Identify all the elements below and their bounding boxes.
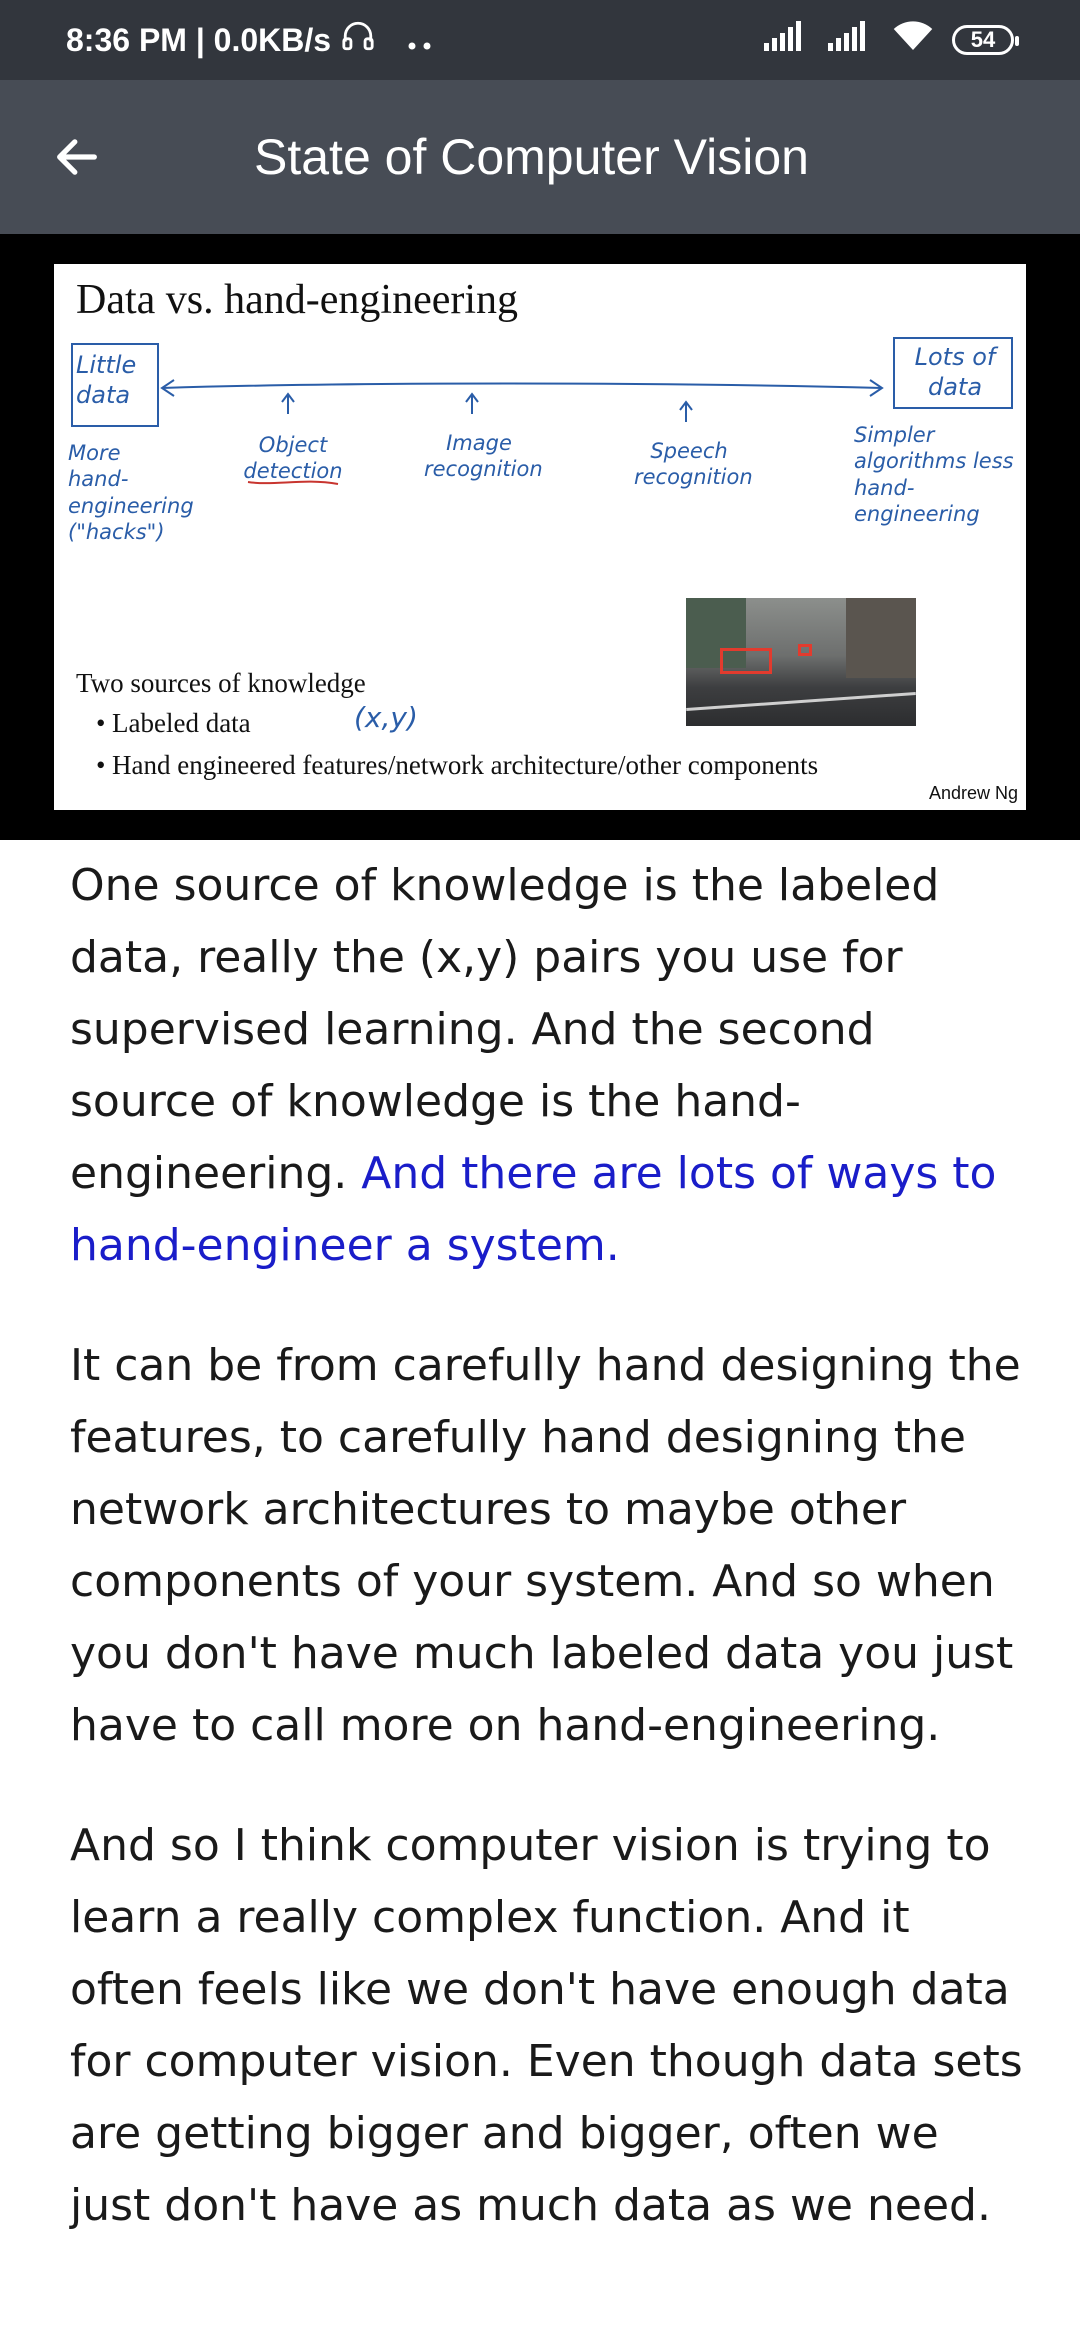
- right-note: Simpler algorithms less hand-engineering: [854, 423, 1014, 526]
- paragraph: One source of knowledge is the labeled d…: [70, 850, 1030, 1282]
- lecture-slide: Data vs. hand-engineering Little data Mo…: [54, 264, 1026, 810]
- sources-title: Two sources of knowledge: [76, 668, 366, 698]
- back-button[interactable]: [0, 80, 154, 234]
- task-object-detection: Object detection: [243, 433, 343, 484]
- paragraph: It can be from carefully hand designing …: [70, 1340, 1021, 1751]
- bullet-hand-engineered: Hand engineered features/network archite…: [96, 750, 818, 781]
- more-dots-icon: [407, 22, 433, 59]
- signal-icon-2: [828, 21, 874, 59]
- wifi-icon: [892, 20, 934, 60]
- article-body: One source of knowledge is the labeled d…: [70, 850, 1030, 2290]
- headphones-icon: [341, 19, 375, 61]
- paragraph: And so I think computer vision is trying…: [70, 1820, 1023, 2231]
- left-note: More hand-engineering ("hacks"): [68, 441, 194, 544]
- detection-box: [798, 644, 812, 656]
- left-box-label: Little data: [76, 351, 137, 409]
- arrow-left-icon: [57, 139, 97, 175]
- detection-box: [720, 648, 772, 674]
- signal-icon: [764, 21, 810, 59]
- battery-indicator: 54: [952, 25, 1019, 55]
- bullet-labeled-data: Labeled data: [96, 708, 251, 739]
- status-bar: 8:36 PM | 0.0KB/s 54: [0, 0, 1080, 80]
- task-image-recognition: Image recognition: [424, 431, 543, 482]
- task-speech-recognition: Speech recognition: [634, 439, 753, 490]
- right-box-label: Lots of data: [914, 343, 996, 401]
- slide-author: Andrew Ng: [928, 783, 1018, 803]
- page-title: State of Computer Vision: [254, 129, 809, 185]
- street-scene-image: [686, 598, 916, 726]
- xy-note: (x,y): [354, 701, 418, 734]
- status-time-speed: 8:36 PM | 0.0KB/s: [66, 21, 332, 58]
- app-bar: State of Computer Vision: [0, 80, 1080, 234]
- video-player[interactable]: Data vs. hand-engineering Little data Mo…: [0, 234, 1080, 840]
